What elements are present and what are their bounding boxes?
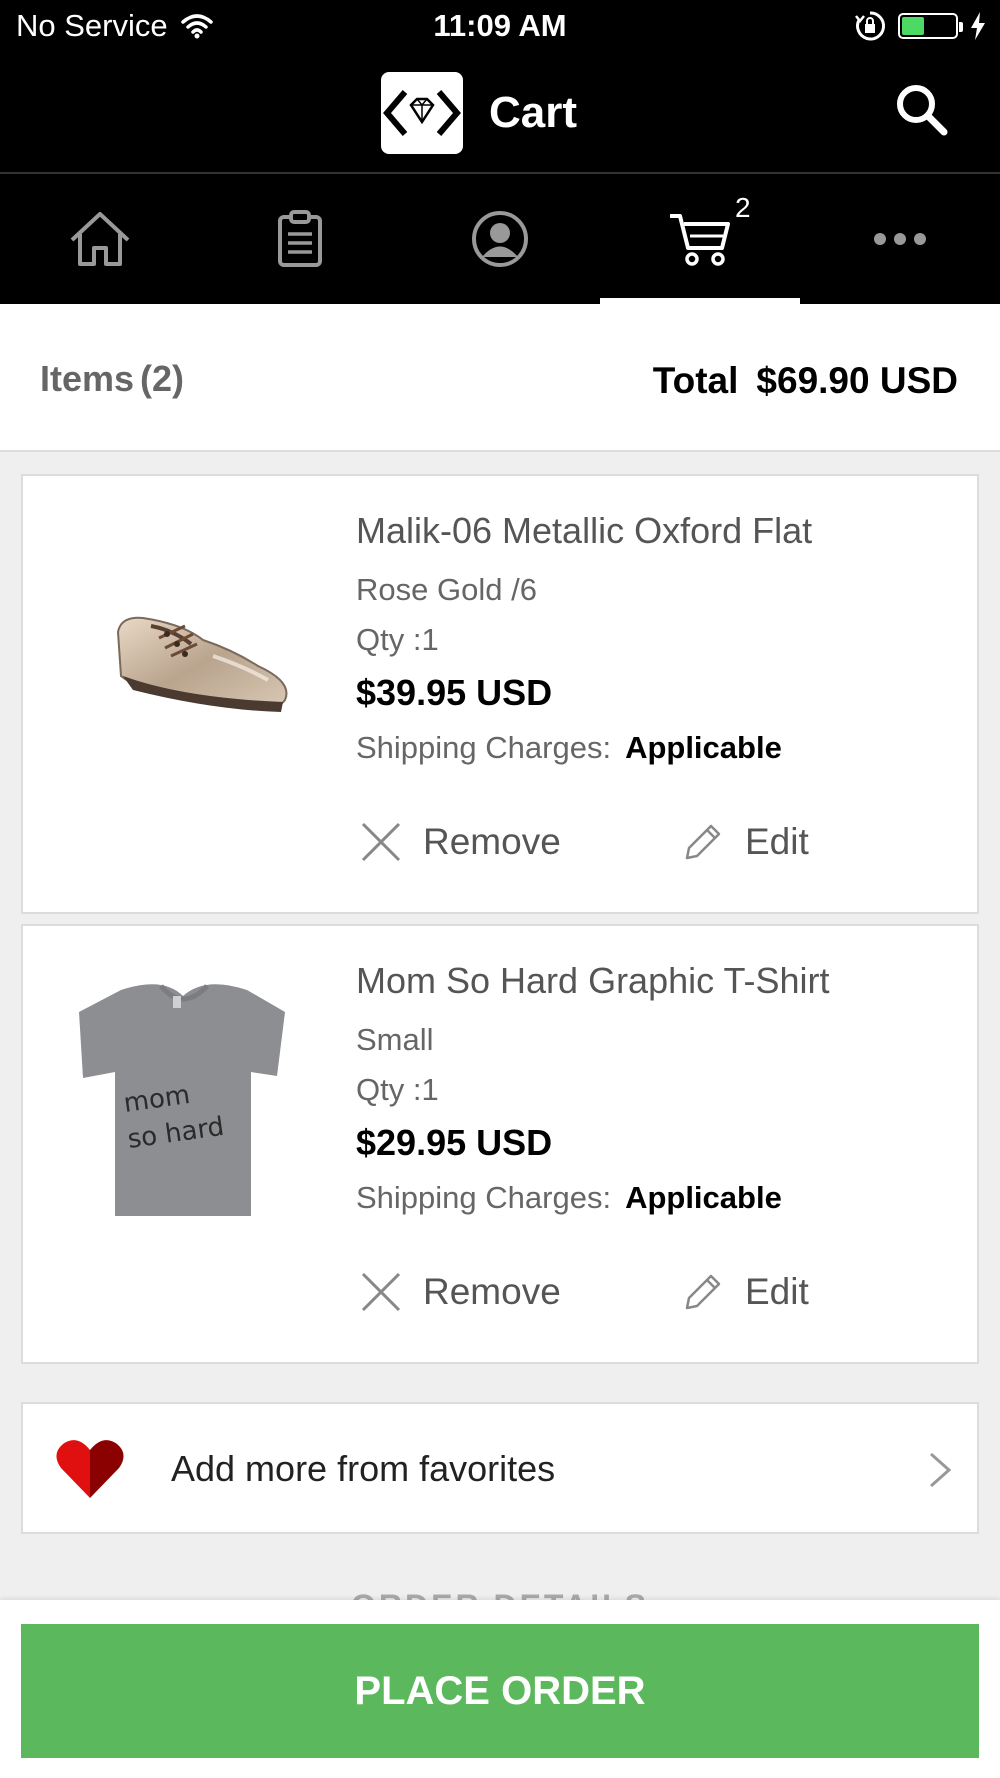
cart-icon: [670, 214, 730, 266]
close-icon: [361, 822, 401, 862]
cart-item: Malik-06 Metallic Oxford Flat Rose Gold …: [21, 474, 979, 914]
tab-account[interactable]: [400, 174, 600, 304]
page-title: Cart: [489, 88, 578, 137]
charging-bolt-icon: [971, 12, 985, 40]
chevron-right-icon: [930, 1452, 952, 1488]
user-icon: [472, 211, 528, 267]
product-name[interactable]: Malik-06 Metallic Oxford Flat: [356, 510, 812, 552]
shoe-image: [116, 616, 288, 712]
remove-button[interactable]: Remove: [361, 1262, 561, 1322]
product-quantity: Qty :1: [356, 1072, 439, 1107]
remove-label: Remove: [423, 1271, 561, 1312]
total-label: Total: [652, 360, 739, 401]
product-variant: Small: [356, 1022, 434, 1057]
shipping-info: Shipping Charges: Applicable: [356, 730, 782, 766]
app-logo: [381, 72, 463, 154]
pencil-icon: [685, 1274, 721, 1310]
home-icon: [70, 212, 130, 266]
items-count: (2): [140, 358, 185, 399]
place-order-button[interactable]: PLACE ORDER: [21, 1624, 979, 1758]
product-name[interactable]: Mom So Hard Graphic T-Shirt: [356, 960, 829, 1002]
search-button[interactable]: [892, 80, 952, 140]
items-label: Items: [40, 358, 135, 399]
product-quantity: Qty :1: [356, 622, 439, 657]
shipping-info: Shipping Charges: Applicable: [356, 1180, 782, 1216]
diamond-logo-icon: [383, 90, 461, 136]
product-price: $29.95 USD: [356, 1122, 553, 1163]
shipping-label: Shipping Charges:: [356, 1180, 612, 1215]
more-icon: [874, 233, 926, 245]
remove-label: Remove: [423, 821, 561, 862]
edit-label: Edit: [745, 1271, 809, 1312]
edit-button[interactable]: Edit: [683, 812, 809, 872]
bottom-action-bar: PLACE ORDER: [0, 1600, 1000, 1778]
battery-icon: [898, 13, 963, 39]
tab-cart[interactable]: [600, 174, 800, 304]
tab-orders[interactable]: [200, 174, 400, 304]
add-from-favorites-row[interactable]: Add more from favorites: [21, 1402, 979, 1534]
tab-home[interactable]: [0, 174, 200, 304]
product-image-shoe[interactable]: [63, 516, 303, 776]
status-bar: No Service 11:09 AM: [0, 0, 1000, 56]
tshirt-image: mom so hard: [79, 984, 285, 1216]
tab-more[interactable]: [800, 174, 1000, 304]
heart-icon: [56, 1440, 124, 1498]
pencil-icon: [685, 824, 721, 860]
shipping-label: Shipping Charges:: [356, 730, 612, 765]
product-price: $39.95 USD: [356, 672, 553, 713]
total-value: $69.90 USD: [756, 360, 958, 401]
cart-item: mom so hard Mom So Hard Graphic T-Shirt …: [21, 924, 979, 1364]
clock: 11:09 AM: [433, 8, 567, 43]
edit-label: Edit: [745, 821, 809, 862]
product-variant: Rose Gold /6: [356, 572, 537, 607]
tab-bar: 2: [0, 172, 1000, 305]
cart-total: Total $69.90 USD: [653, 360, 958, 402]
items-count-label: Items (2): [40, 358, 184, 400]
shipping-value: Applicable: [625, 730, 782, 765]
shipping-value: Applicable: [625, 1180, 782, 1215]
cart-summary: Items (2) Total $69.90 USD: [0, 304, 1000, 452]
app-header: Cart: [0, 56, 1000, 172]
cart-count-badge: 2: [735, 192, 751, 223]
favorites-label: Add more from favorites: [171, 1448, 556, 1489]
search-icon: [897, 85, 948, 136]
product-image-tshirt[interactable]: mom so hard: [63, 966, 303, 1226]
status-right: [854, 10, 986, 42]
remove-button[interactable]: Remove: [361, 812, 561, 872]
close-icon: [361, 1272, 401, 1312]
clipboard-icon: [278, 210, 322, 267]
rotation-lock-icon: [855, 11, 886, 41]
edit-button[interactable]: Edit: [683, 1262, 809, 1322]
